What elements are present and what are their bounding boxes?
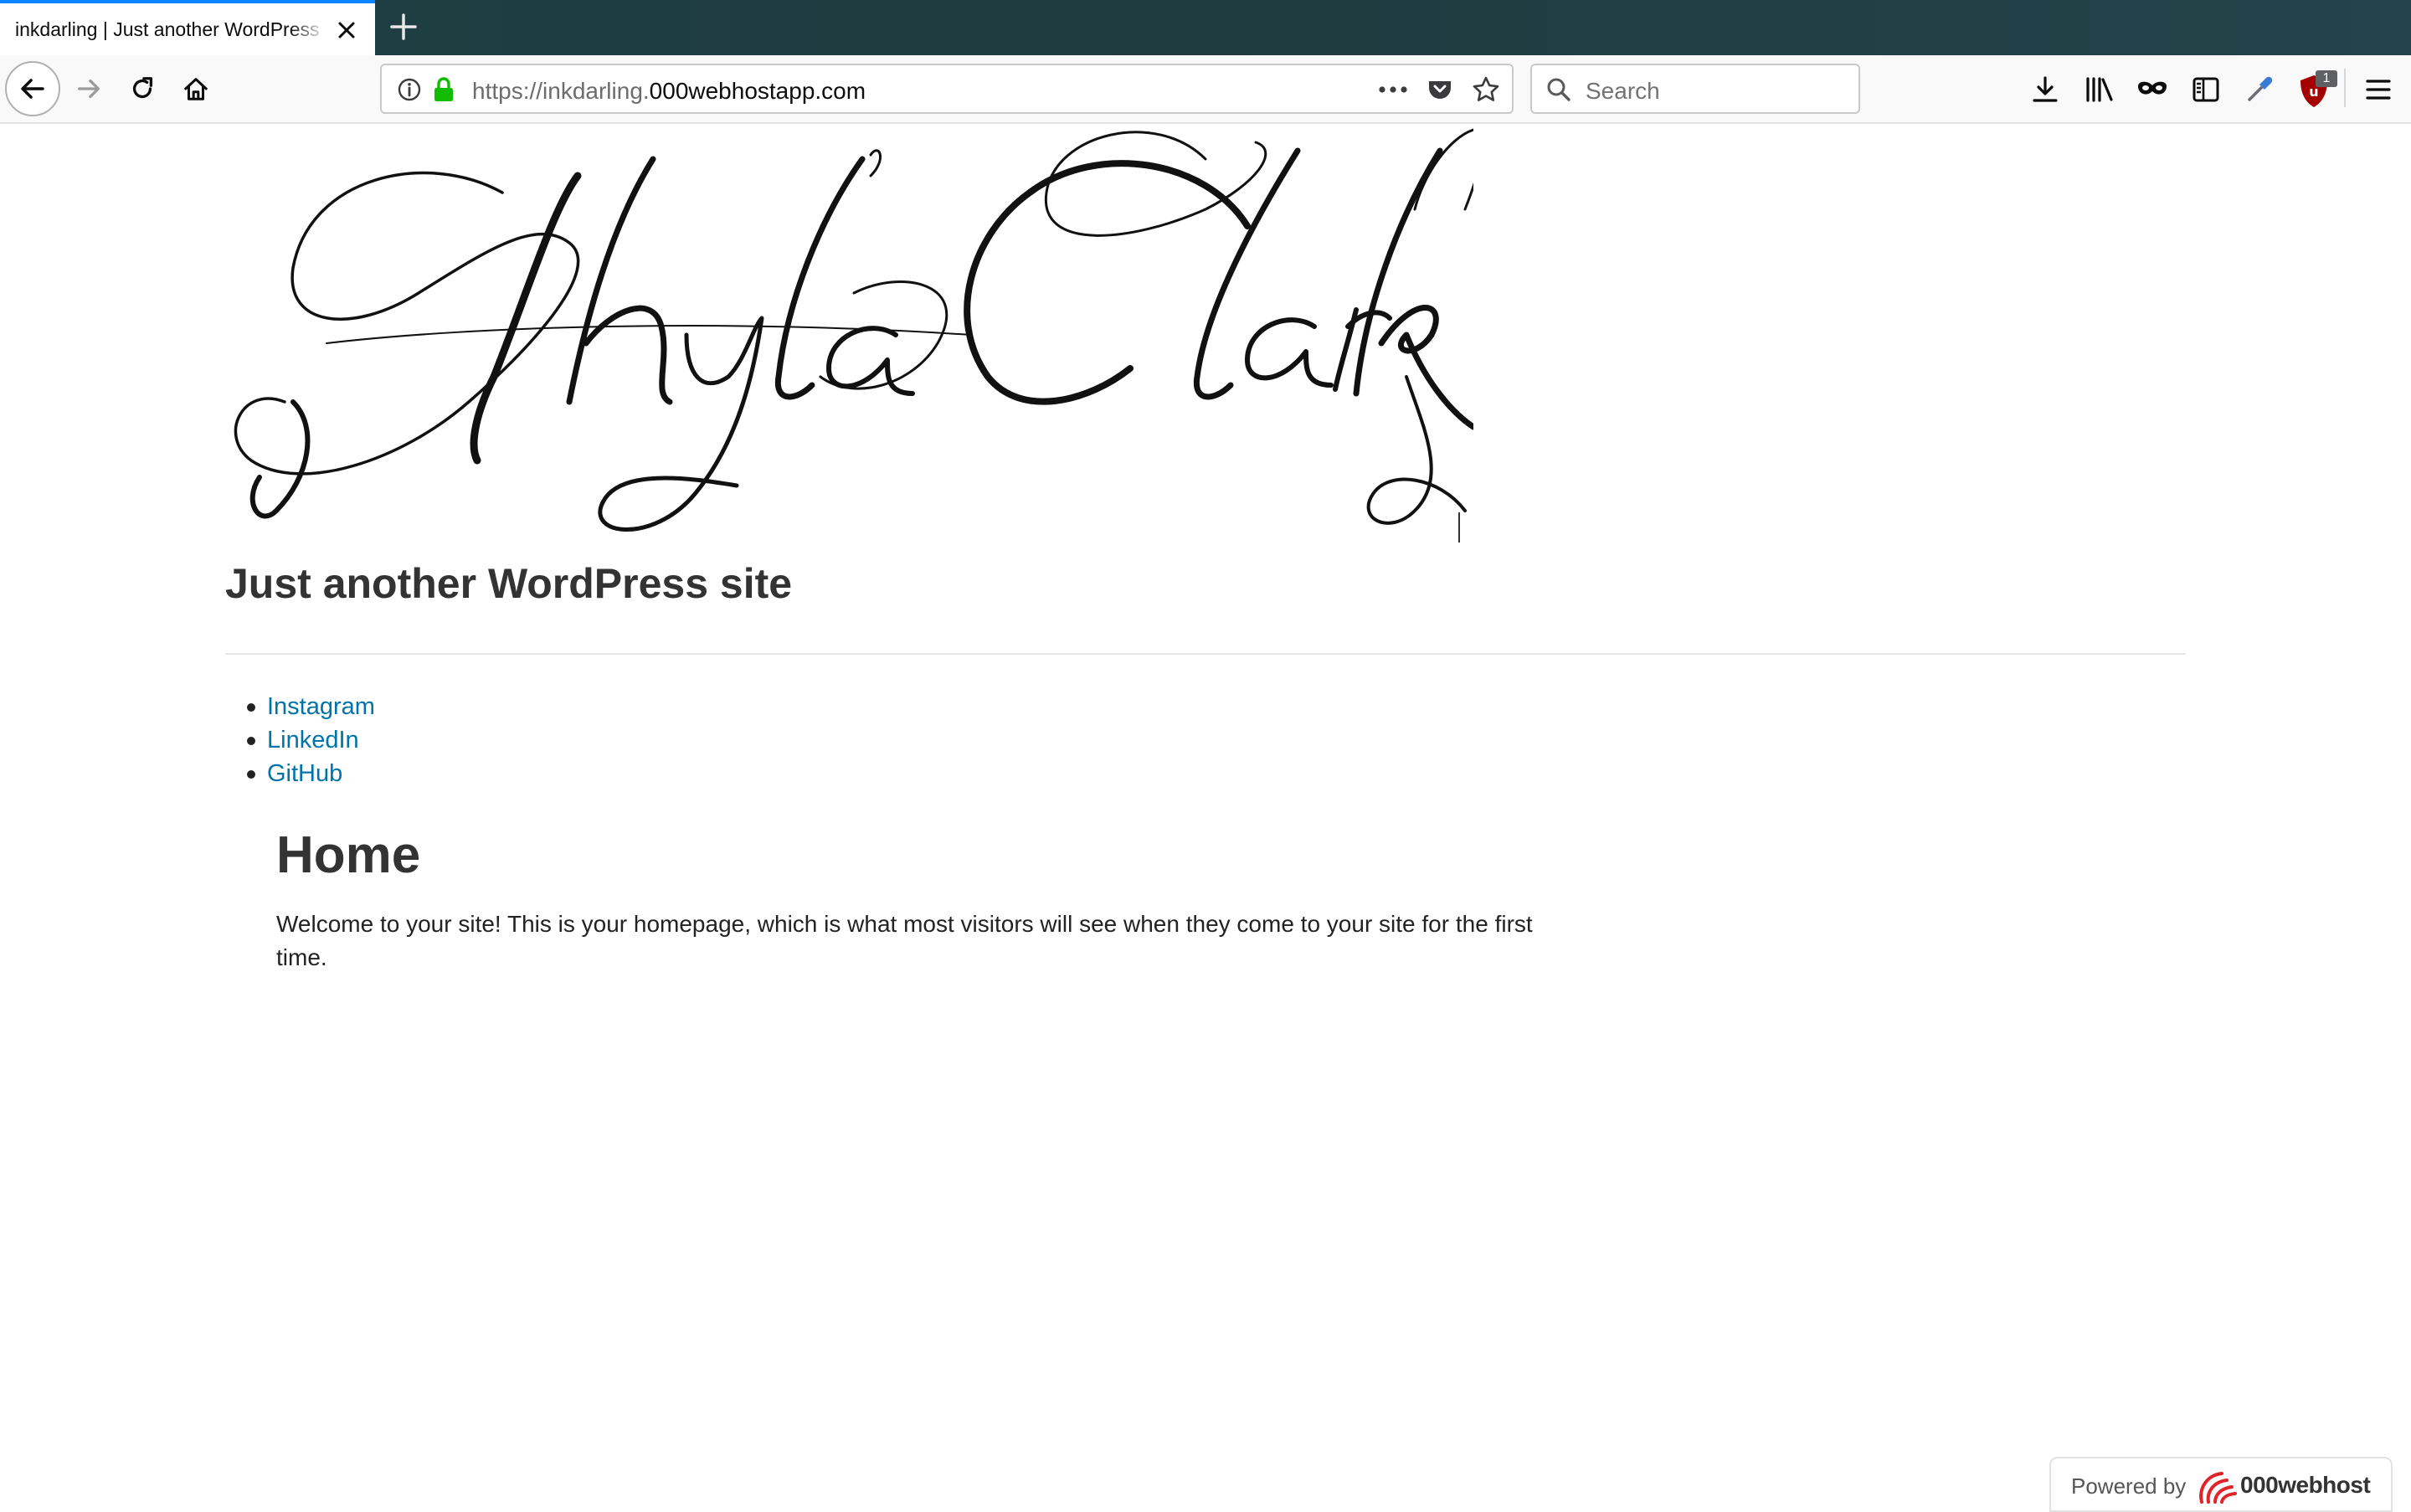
home-icon [184, 78, 208, 100]
search-icon [1547, 78, 1570, 101]
pocket-icon[interactable] [1427, 76, 1453, 103]
instagram-link[interactable]: Instagram [267, 693, 375, 720]
social-links-menu: Instagram LinkedIn GitHub [225, 690, 375, 790]
library-icon[interactable] [2085, 75, 2115, 104]
social-item-linkedin: LinkedIn [225, 723, 375, 757]
sidebar-icon[interactable] [2192, 75, 2220, 104]
eyedropper-icon[interactable] [2245, 74, 2275, 104]
url-prefix: https://inkdarling. [472, 78, 650, 104]
page-content: Welcome to your site! This is your homep… [276, 911, 1533, 970]
github-link[interactable]: GitHub [267, 760, 342, 787]
info-icon[interactable] [397, 77, 422, 102]
reload-icon [132, 77, 153, 99]
ublock-badge: 1 [2316, 70, 2337, 87]
social-item-github: GitHub [225, 757, 375, 790]
linkedin-link[interactable]: LinkedIn [267, 727, 359, 753]
tab-strip: inkdarling | Just another WordPress site [0, 0, 2411, 55]
close-tab-icon[interactable] [333, 17, 360, 44]
url-domain: 000webhostapp.com [649, 78, 866, 104]
page-actions-icon[interactable] [1378, 84, 1408, 95]
bookmark-star-icon[interactable] [1472, 75, 1500, 104]
header-divider [225, 653, 2186, 655]
hamburger-menu-icon[interactable] [2364, 77, 2393, 102]
url-bar[interactable]: https://inkdarling.000webhostapp.com [380, 64, 1514, 114]
toolbar-separator [2344, 69, 2346, 107]
site-logo-signature[interactable] [218, 126, 1473, 536]
reload-button[interactable] [117, 55, 167, 122]
page-title: Home [276, 826, 421, 884]
site-description: Just another WordPress site [225, 560, 793, 607]
private-mask-icon[interactable] [2136, 79, 2168, 100]
back-arrow-icon [21, 79, 44, 99]
powered-by-label: Powered by [2071, 1473, 2187, 1499]
search-bar[interactable]: Search [1530, 64, 1860, 114]
new-tab-icon[interactable] [387, 10, 420, 44]
tab-title: inkdarling | Just another WordPress site [15, 18, 326, 40]
navigation-toolbar: https://inkdarling.000webhostapp.com Sea… [0, 55, 2411, 124]
back-button[interactable] [5, 61, 60, 116]
forward-arrow-icon [78, 79, 100, 99]
browser-tab[interactable]: inkdarling | Just another WordPress site [0, 0, 375, 55]
downloads-icon[interactable] [2031, 75, 2059, 104]
powered-by-badge[interactable]: Powered by 000webhost [2049, 1457, 2393, 1512]
social-item-instagram: Instagram [225, 690, 375, 723]
search-placeholder: Search [1586, 78, 1660, 104]
home-button[interactable] [171, 55, 221, 122]
lock-icon[interactable] [432, 76, 455, 103]
text-cursor [1458, 512, 1460, 543]
url-text[interactable]: https://inkdarling.000webhostapp.com [472, 78, 866, 105]
ublock-extension-button[interactable]: u 1 [2297, 70, 2337, 109]
powered-by-brand: 000webhost [2240, 1472, 2371, 1498]
forward-button[interactable] [64, 55, 114, 122]
webhost-logo-icon [2199, 1472, 2237, 1504]
